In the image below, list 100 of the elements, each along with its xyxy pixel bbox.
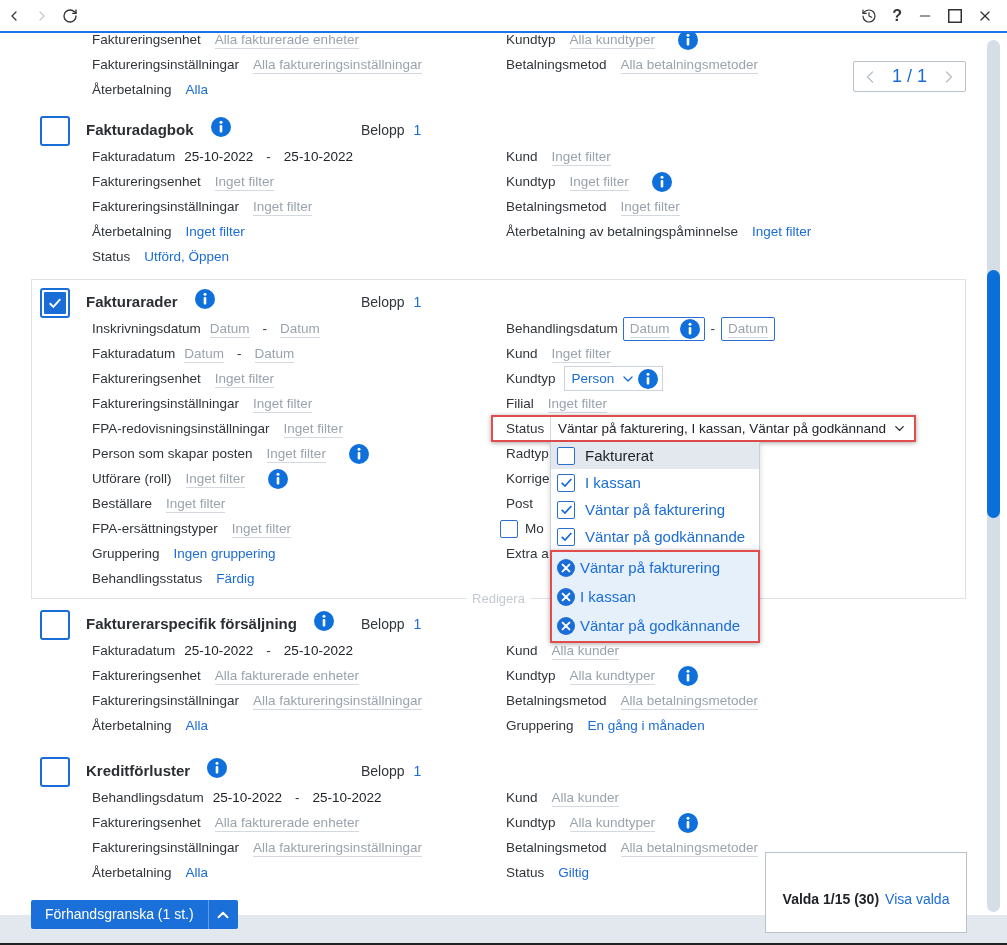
filter-link[interactable]: Alla kunder	[551, 788, 620, 807]
filter-link[interactable]: Färdig	[216, 570, 255, 587]
filter-link[interactable]: Utförd, Öppen	[144, 248, 230, 265]
date-field[interactable]: 25-10-2022	[283, 642, 353, 659]
date-field[interactable]: 25-10-2022	[312, 789, 382, 806]
date-field[interactable]: Datum	[184, 344, 225, 363]
filter-link[interactable]: En gång i månaden	[587, 717, 705, 734]
checkbox[interactable]	[40, 288, 70, 318]
history-icon[interactable]	[861, 7, 878, 24]
filter-link[interactable]: Alla fakturerade enheter	[214, 813, 359, 832]
edit-label[interactable]: Redigera	[466, 591, 531, 607]
info-icon[interactable]	[678, 812, 699, 833]
maximize-icon[interactable]	[948, 8, 962, 23]
info-icon[interactable]	[638, 368, 659, 389]
filter-link[interactable]: Inget filter	[266, 444, 326, 463]
filter-link[interactable]: Alla faktureringsinställningar	[253, 55, 422, 74]
filter-link[interactable]: Inget filter	[231, 519, 292, 538]
filter-link[interactable]: Inget filter	[214, 172, 275, 191]
info-icon[interactable]	[678, 33, 699, 50]
filter-link[interactable]: Alla kunder	[551, 641, 620, 660]
filter-link[interactable]: Inget filter	[751, 223, 812, 240]
refresh-icon[interactable]	[62, 7, 78, 24]
info-icon[interactable]	[207, 758, 228, 778]
field-label: Kundtyp	[506, 667, 556, 684]
remove-icon[interactable]	[557, 616, 575, 635]
checkbox[interactable]	[40, 757, 70, 787]
remove-icon[interactable]	[557, 587, 575, 606]
filter-link[interactable]: Inget filter	[551, 344, 611, 363]
checkbox[interactable]	[557, 527, 575, 546]
filter-link[interactable]: Inget filter	[253, 197, 313, 216]
filter-link[interactable]: Alla	[185, 864, 209, 881]
filter-link[interactable]: Alla betalningsmetoder	[620, 691, 758, 710]
filter-link[interactable]: Alla faktureringsinställningar	[253, 691, 422, 710]
info-icon[interactable]	[678, 665, 699, 686]
filter-link[interactable]: Giltig	[558, 864, 590, 881]
filter-link[interactable]: Inget filter	[185, 469, 245, 488]
filter-link[interactable]: Alla fakturerade enheter	[214, 33, 359, 49]
preview-button[interactable]: Förhandsgranska (1 st.)	[31, 900, 208, 929]
dropdown-option[interactable]: Fakturerat	[551, 442, 759, 469]
field-label: Gruppering	[506, 717, 574, 734]
date-field[interactable]: Datum	[280, 319, 320, 338]
date-input[interactable]: Datum	[622, 316, 705, 341]
checkbox[interactable]	[557, 473, 575, 492]
select-field[interactable]: Person	[563, 366, 664, 391]
filter-link[interactable]: Alla kundtyper	[569, 813, 656, 832]
filter-link[interactable]: Inget filter	[185, 223, 245, 240]
amount-value[interactable]: 1	[413, 613, 422, 635]
selected-chip[interactable]: I kassan	[552, 582, 758, 611]
filter-link[interactable]: Alla kundtyper	[569, 666, 656, 685]
selected-chip[interactable]: Väntar på fakturering	[552, 553, 758, 582]
help-button[interactable]: ?	[892, 6, 902, 25]
dropdown-option[interactable]: Väntar på godkännande	[551, 523, 759, 550]
date-field[interactable]: 25-10-2022	[283, 148, 353, 165]
scrollbar-thumb[interactable]	[987, 270, 1000, 518]
filter-link[interactable]: Inget filter	[283, 419, 343, 438]
date-field[interactable]: 25-10-2022	[184, 148, 254, 165]
filter-link[interactable]: Ingen gruppering	[173, 545, 276, 562]
info-icon[interactable]	[679, 318, 700, 339]
filter-link[interactable]: Inget filter	[214, 369, 275, 388]
remove-icon[interactable]	[557, 558, 575, 577]
multi-select-field[interactable]: Väntar på fakturering, I kassan, Väntar på godkännand	[550, 417, 913, 440]
selected-chip[interactable]: Väntar på godkännande	[552, 611, 758, 640]
amount-value[interactable]: 1	[413, 760, 422, 782]
checkbox[interactable]	[557, 500, 575, 519]
checkbox[interactable]	[557, 446, 575, 465]
filter-link[interactable]: Alla betalningsmetoder	[620, 55, 758, 74]
filter-link[interactable]: Alla	[185, 81, 209, 98]
filter-link[interactable]: Alla kundtyper	[569, 33, 656, 49]
checkbox[interactable]	[40, 610, 70, 640]
scrollbar-track[interactable]	[987, 40, 1000, 912]
show-selected-link[interactable]: Visa valda	[885, 889, 950, 910]
dropdown-option[interactable]: I kassan	[551, 469, 759, 496]
amount-value[interactable]: 1	[413, 119, 422, 141]
filter-link[interactable]: Alla faktureringsinställningar	[253, 838, 422, 857]
filter-link[interactable]: Inget filter	[253, 394, 313, 413]
info-icon[interactable]	[267, 468, 288, 489]
filter-link[interactable]: Alla fakturerade enheter	[214, 666, 359, 685]
info-icon[interactable]	[194, 289, 215, 309]
dropdown-option[interactable]: Väntar på fakturering	[551, 496, 759, 523]
info-icon[interactable]	[651, 171, 672, 192]
filter-link[interactable]: Inget filter	[620, 197, 680, 216]
info-icon[interactable]	[210, 117, 231, 137]
date-field[interactable]: 25-10-2022	[212, 789, 282, 806]
filter-link[interactable]: Alla betalningsmetoder	[620, 838, 758, 857]
expand-button[interactable]	[207, 900, 238, 929]
date-field[interactable]: Datum	[254, 344, 295, 363]
amount-value[interactable]: 1	[413, 291, 422, 313]
date-input[interactable]: Datum	[721, 316, 775, 341]
filter-link[interactable]: Inget filter	[569, 172, 629, 191]
info-icon[interactable]	[313, 611, 334, 631]
filter-link[interactable]: Inget filter	[166, 494, 226, 513]
field-label: Behandlingsstatus	[92, 570, 203, 587]
checkbox[interactable]	[40, 116, 70, 146]
filter-link[interactable]: Alla	[185, 717, 209, 734]
checkbox[interactable]	[500, 519, 518, 538]
info-icon[interactable]	[348, 443, 369, 464]
filter-link[interactable]: Inget filter	[551, 147, 611, 166]
date-field[interactable]: Datum	[209, 319, 250, 338]
filter-link[interactable]: Inget filter	[547, 394, 608, 413]
date-field[interactable]: 25-10-2022	[184, 642, 254, 659]
